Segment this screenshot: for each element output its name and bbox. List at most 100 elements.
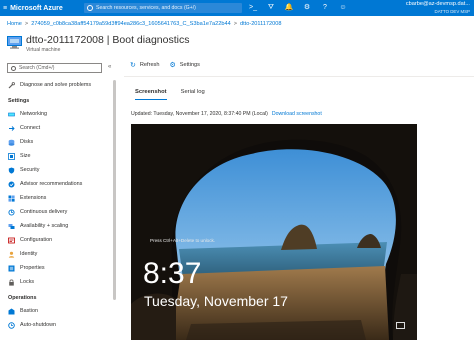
account-directory: DATTO DEV MSP (434, 9, 470, 14)
menu-icon[interactable]: ≡ (3, 5, 7, 12)
search-icon (87, 5, 93, 11)
sidebar-item-diagnose[interactable]: Diagnose and solve problems (0, 78, 118, 92)
refresh-icon: ↻ (130, 62, 136, 69)
settings-button[interactable]: ⚙ Settings (169, 61, 200, 69)
gear-icon[interactable]: ⚙ (302, 3, 312, 13)
page-title: dtto-2011172008 | Boot diagnostics (26, 34, 190, 46)
sidebar-item-label: Advisor recommendations (20, 181, 83, 187)
advisor-icon (8, 181, 15, 187)
sidebar-item-continuous-delivery[interactable]: Continuous delivery (0, 205, 118, 219)
availability-icon (8, 223, 15, 229)
delivery-icon (8, 208, 15, 216)
breadcrumb-home[interactable]: Home (7, 21, 22, 27)
wrench-icon (8, 81, 15, 88)
terminal-icon[interactable]: >_ (248, 3, 258, 13)
sidebar-item-disks[interactable]: Disks (0, 135, 118, 149)
breadcrumb-vm[interactable]: dtto-2011172008 (240, 21, 281, 27)
refresh-button[interactable]: ↻ Refresh (130, 61, 159, 69)
command-bar: ↻ Refresh ⚙ Settings (130, 61, 210, 69)
sidebar-item-identity[interactable]: Identity (0, 247, 118, 261)
sidebar-item-label: Bastion (20, 308, 38, 314)
sidebar-item-label: Size (20, 153, 31, 159)
identity-icon (8, 251, 15, 258)
download-screenshot-link[interactable]: Download screenshot (272, 111, 322, 117)
sidebar-item-auto-shutdown[interactable]: Auto-shutdown (0, 318, 118, 332)
tab-bar: Screenshot Serial log (135, 89, 219, 100)
nav-section-operations: Operations (8, 295, 37, 301)
sidebar-item-label: Configuration (20, 237, 53, 243)
brand-label: Microsoft Azure (10, 4, 63, 12)
properties-icon (8, 265, 15, 271)
sidebar-item-configuration[interactable]: Configuration (0, 233, 118, 247)
refresh-label: Refresh (139, 62, 160, 68)
breadcrumb-resource-group[interactable]: 274059_c0b8ca38aff54179a59d3ff94ea286c3_… (31, 21, 231, 27)
sidebar-item-connect[interactable]: Connect (0, 121, 118, 135)
disk-icon (8, 139, 15, 146)
sidebar-item-extensions[interactable]: Extensions (0, 191, 118, 205)
nav-search-placeholder: Search (Cmd+/) (19, 65, 55, 71)
divider (124, 76, 474, 77)
sidebar-item-label: Extensions (20, 195, 47, 201)
sidebar-item-label: Connect (20, 125, 41, 131)
directory-filter-icon[interactable]: ⛛ (266, 3, 276, 13)
sidebar-item-locks[interactable]: Locks (0, 275, 118, 289)
sidebar-item-label: Identity (20, 251, 38, 257)
tab-serial-log[interactable]: Serial log (181, 89, 205, 100)
collapse-nav-button[interactable]: « (108, 64, 111, 70)
top-bar: ≡ Microsoft Azure Search resources, servi… (0, 0, 474, 16)
feedback-icon[interactable]: ☺ (338, 3, 348, 13)
unlock-hint: Press Ctrl+Alt+Delete to unlock. (150, 238, 216, 243)
settings-label: Settings (179, 62, 200, 68)
display-icon (396, 322, 405, 329)
updated-text: Updated: Tuesday, November 17, 2020, 8:3… (131, 111, 268, 117)
breadcrumb: Home >274059_c0b8ca38aff54179a59d3ff94ea2… (7, 21, 282, 27)
sidebar-item-size[interactable]: Size (0, 149, 118, 163)
sidebar-item-availability[interactable]: Availability + scaling (0, 219, 118, 233)
sidebar-item-label: Continuous delivery (20, 209, 68, 215)
nav-search-input[interactable]: Search (Cmd+/) (7, 63, 102, 73)
sidebar: Diagnose and solve problems Settings Net… (0, 78, 118, 332)
nav-section-settings: Settings (8, 98, 30, 104)
search-icon (11, 65, 16, 71)
sidebar-scrollbar[interactable] (113, 80, 116, 300)
account-email: cbarbe@az-devmsp.dat... (405, 1, 470, 7)
lock-icon (9, 279, 14, 286)
lockscreen-time: 8:37 (143, 257, 202, 290)
sidebar-item-label: Security (20, 167, 40, 173)
sidebar-item-label: Auto-shutdown (20, 322, 56, 328)
boot-screenshot: Press Ctrl+Alt+Delete to unlock. 8:37 Tu… (131, 124, 417, 340)
global-search-input[interactable]: Search resources, services, and docs (G+… (84, 3, 242, 13)
sidebar-item-properties[interactable]: Properties (0, 261, 118, 275)
help-icon[interactable]: ? (320, 3, 330, 13)
gear-icon: ⚙ (169, 62, 176, 69)
brand[interactable]: ≡ Microsoft Azure (3, 5, 71, 12)
bell-icon[interactable]: 🔔 (284, 3, 294, 13)
sidebar-item-security[interactable]: Security (0, 163, 118, 177)
mouse-cursor-icon: ➤ (39, 332, 45, 339)
extensions-icon (8, 195, 15, 202)
sidebar-item-advisor[interactable]: Advisor recommendations (0, 177, 118, 191)
sidebar-item-label: Locks (20, 279, 35, 285)
sidebar-item-label: Diagnose and solve problems (20, 82, 92, 88)
sidebar-item-bastion[interactable]: Bastion (0, 304, 118, 318)
configuration-icon (8, 237, 15, 243)
shield-icon (8, 167, 15, 174)
virtual-machine-icon (7, 36, 22, 49)
sidebar-item-label: Networking (20, 111, 47, 117)
bastion-icon (8, 308, 15, 314)
clock-icon (8, 321, 15, 329)
sidebar-item-label: Availability + scaling (20, 223, 69, 229)
size-icon (8, 152, 15, 160)
network-icon (8, 112, 15, 116)
lockscreen-date: Tuesday, November 17 (144, 293, 288, 309)
connect-icon (9, 125, 15, 131)
updated-line: Updated: Tuesday, November 17, 2020, 8:3… (131, 111, 322, 117)
topbar-icons: >_ ⛛ 🔔 ⚙ ? ☺ (248, 3, 356, 13)
global-search-placeholder: Search resources, services, and docs (G+… (96, 5, 196, 11)
tab-screenshot[interactable]: Screenshot (135, 89, 167, 100)
sidebar-item-label: Properties (20, 265, 45, 271)
sidebar-item-label: Disks (20, 139, 34, 145)
page-subtitle: Virtual machine (26, 47, 61, 53)
account-menu[interactable]: cbarbe@az-devmsp.dat... DATTO DEV MSP (406, 1, 470, 15)
sidebar-item-networking[interactable]: Networking (0, 107, 118, 121)
